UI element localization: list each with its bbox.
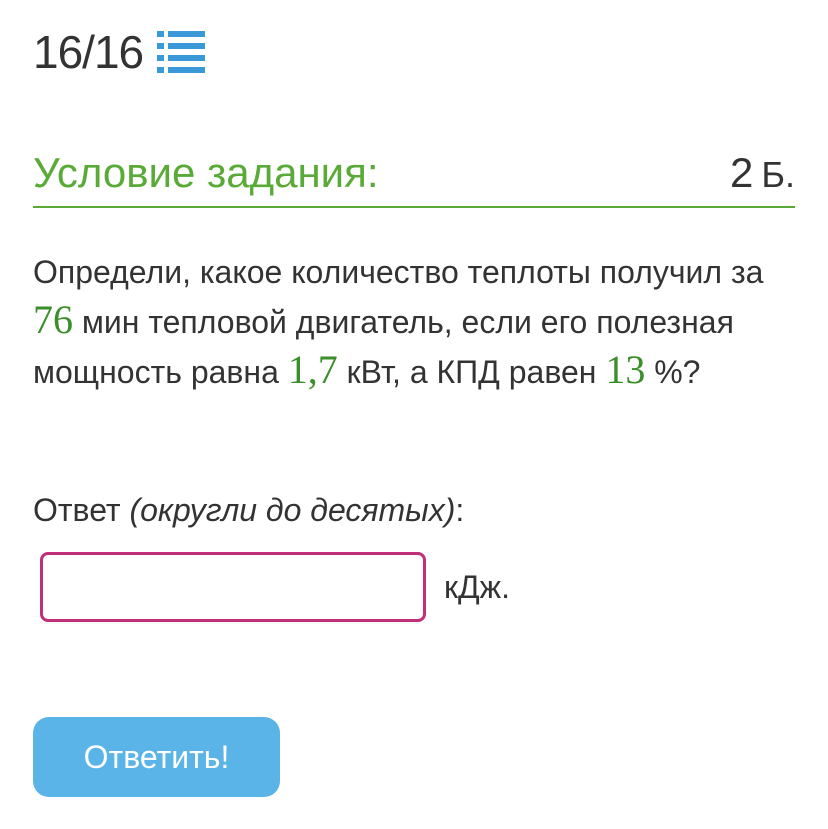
condition-text-3: кВт, а КПД равен bbox=[337, 354, 606, 390]
task-points: 2 Б. bbox=[730, 152, 795, 194]
task-condition: Определи, какое количество теплоты получ… bbox=[33, 248, 803, 396]
points-value: 2 bbox=[730, 149, 754, 196]
efficiency-value: 13 bbox=[605, 347, 646, 392]
progress-counter: 16/16 bbox=[33, 26, 144, 78]
answer-label-text: Ответ bbox=[33, 492, 130, 528]
condition-text-4: %? bbox=[645, 354, 701, 390]
rounding-hint: (округли до десятых) bbox=[129, 492, 456, 528]
time-value: 76 bbox=[33, 297, 73, 342]
answer-input[interactable] bbox=[40, 552, 426, 622]
task-title: Условие задания: bbox=[33, 149, 379, 196]
submit-button[interactable]: Ответить! bbox=[33, 717, 280, 797]
power-value: 1,7 bbox=[287, 347, 338, 392]
list-icon[interactable] bbox=[157, 30, 206, 74]
task-progress: 16/16 bbox=[33, 24, 206, 80]
task-header: Условие задания: 2 Б. bbox=[33, 140, 795, 208]
answer-label: Ответ (округли до десятых): bbox=[33, 488, 464, 532]
points-unit: Б. bbox=[761, 154, 795, 195]
condition-text-1: Определи, какое количество теплоты получ… bbox=[33, 254, 764, 290]
answer-label-colon: : bbox=[455, 492, 465, 528]
answer-unit: кДж. bbox=[444, 568, 510, 605]
answer-row: кДж. bbox=[40, 552, 510, 622]
